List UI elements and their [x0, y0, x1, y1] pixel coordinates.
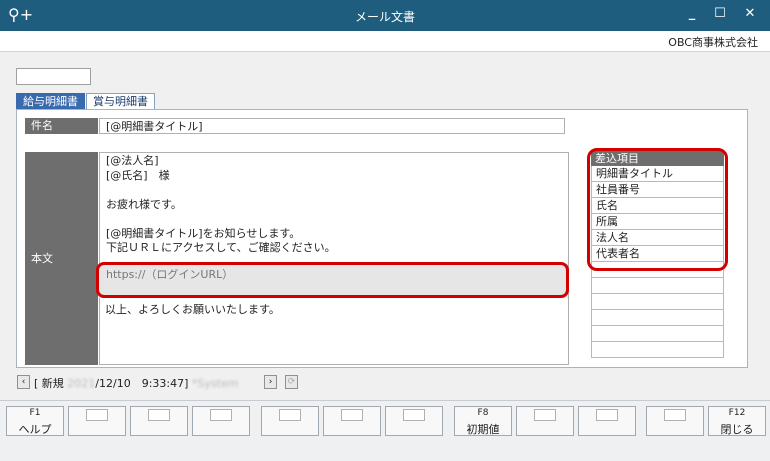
record-status: [ 新規 2021/12/10 9:33:47] *System: [34, 375, 238, 391]
fkey-empty-button[interactable]: [130, 406, 188, 436]
window-title: メール文書: [354, 10, 415, 24]
merge-field-empty: [591, 278, 724, 294]
fkey-code: F1: [29, 408, 41, 418]
fkey-empty-button[interactable]: [646, 406, 704, 436]
fkey-blank-icon: [664, 409, 686, 421]
closing-line: 以上、よろしくお願いいたします。: [105, 303, 280, 316]
maximize-button[interactable]: ☐: [710, 6, 730, 21]
fkey-blank-icon: [403, 409, 425, 421]
merge-fields-highlight: [587, 148, 728, 271]
fkey-empty-button[interactable]: [261, 406, 319, 436]
body-line: [@明細書タイトル]をお知らせします。: [106, 226, 301, 240]
fkey-blank-icon: [86, 409, 108, 421]
next-record-button[interactable]: ›: [264, 375, 277, 389]
fkey-empty-button[interactable]: [323, 406, 381, 436]
tab-bonus-statement[interactable]: 賞与明細書: [86, 93, 155, 110]
fkey-empty-button[interactable]: [578, 406, 636, 436]
fkey-label: 閉じる: [720, 423, 754, 436]
fkey-code: F8: [477, 408, 489, 418]
tab-salary-statement[interactable]: 給与明細書: [16, 93, 85, 110]
record-datetime: /12/10 9:33:47]: [95, 377, 189, 390]
minimize-button[interactable]: _: [682, 6, 702, 21]
subject-label: 件名: [25, 118, 98, 134]
fkey-blank-icon: [148, 409, 170, 421]
fkey-empty-button[interactable]: [385, 406, 443, 436]
body-line: [@氏名] 様: [106, 168, 170, 182]
fkey-label: 初期値: [466, 423, 500, 436]
merge-field-empty: [591, 326, 724, 342]
merge-field-empty: [591, 310, 724, 326]
title-bar: ⚲+ メール文書 _ ☐ ✕: [0, 0, 770, 31]
merge-field-empty: [591, 342, 724, 358]
body-label: 本文: [25, 152, 98, 365]
body-line: [@法人名]: [106, 154, 159, 167]
merge-field-empty: [591, 294, 724, 310]
record-mode: [ 新規: [34, 377, 64, 390]
fkey-code: F12: [728, 408, 746, 418]
fkey-blank-icon: [534, 409, 556, 421]
document-code-input[interactable]: [16, 68, 91, 85]
company-name: OBC商事株式会社: [668, 36, 758, 49]
fkey-f8-button[interactable]: F8 初期値: [454, 406, 512, 436]
body-line: 下記ＵＲＬにアクセスして、ご確認ください。: [106, 241, 336, 254]
company-bar: OBC商事株式会社: [0, 31, 770, 52]
fkey-f12-button[interactable]: F12 閉じる: [708, 406, 766, 436]
prev-record-button[interactable]: ‹: [17, 375, 30, 389]
body-line: [106, 183, 562, 198]
body-line: [106, 212, 562, 227]
fkey-empty-button[interactable]: [516, 406, 574, 436]
fkey-empty-button[interactable]: [68, 406, 126, 436]
url-highlight: [96, 262, 569, 298]
fkey-blank-icon: [279, 409, 301, 421]
close-button[interactable]: ✕: [740, 6, 760, 21]
body-line: お疲れ様です。: [106, 197, 182, 211]
refresh-icon[interactable]: ⟳: [285, 375, 298, 389]
fkey-label: ヘルプ: [18, 423, 52, 436]
record-user: *System: [191, 377, 239, 390]
fkey-blank-icon: [210, 409, 232, 421]
body-textarea[interactable]: [@法人名] [@氏名] 様 お疲れ様です。 [@明細書タイトル]をお知らせしま…: [99, 152, 569, 365]
fkey-empty-button[interactable]: [192, 406, 250, 436]
fkey-blank-icon: [596, 409, 618, 421]
body-label-text: 本文: [31, 252, 53, 265]
fkey-blank-icon: [341, 409, 363, 421]
fkey-f1-button[interactable]: F1 ヘルプ: [6, 406, 64, 436]
record-year: 2021: [67, 377, 96, 390]
subject-input[interactable]: [@明細書タイトル]: [99, 118, 565, 134]
